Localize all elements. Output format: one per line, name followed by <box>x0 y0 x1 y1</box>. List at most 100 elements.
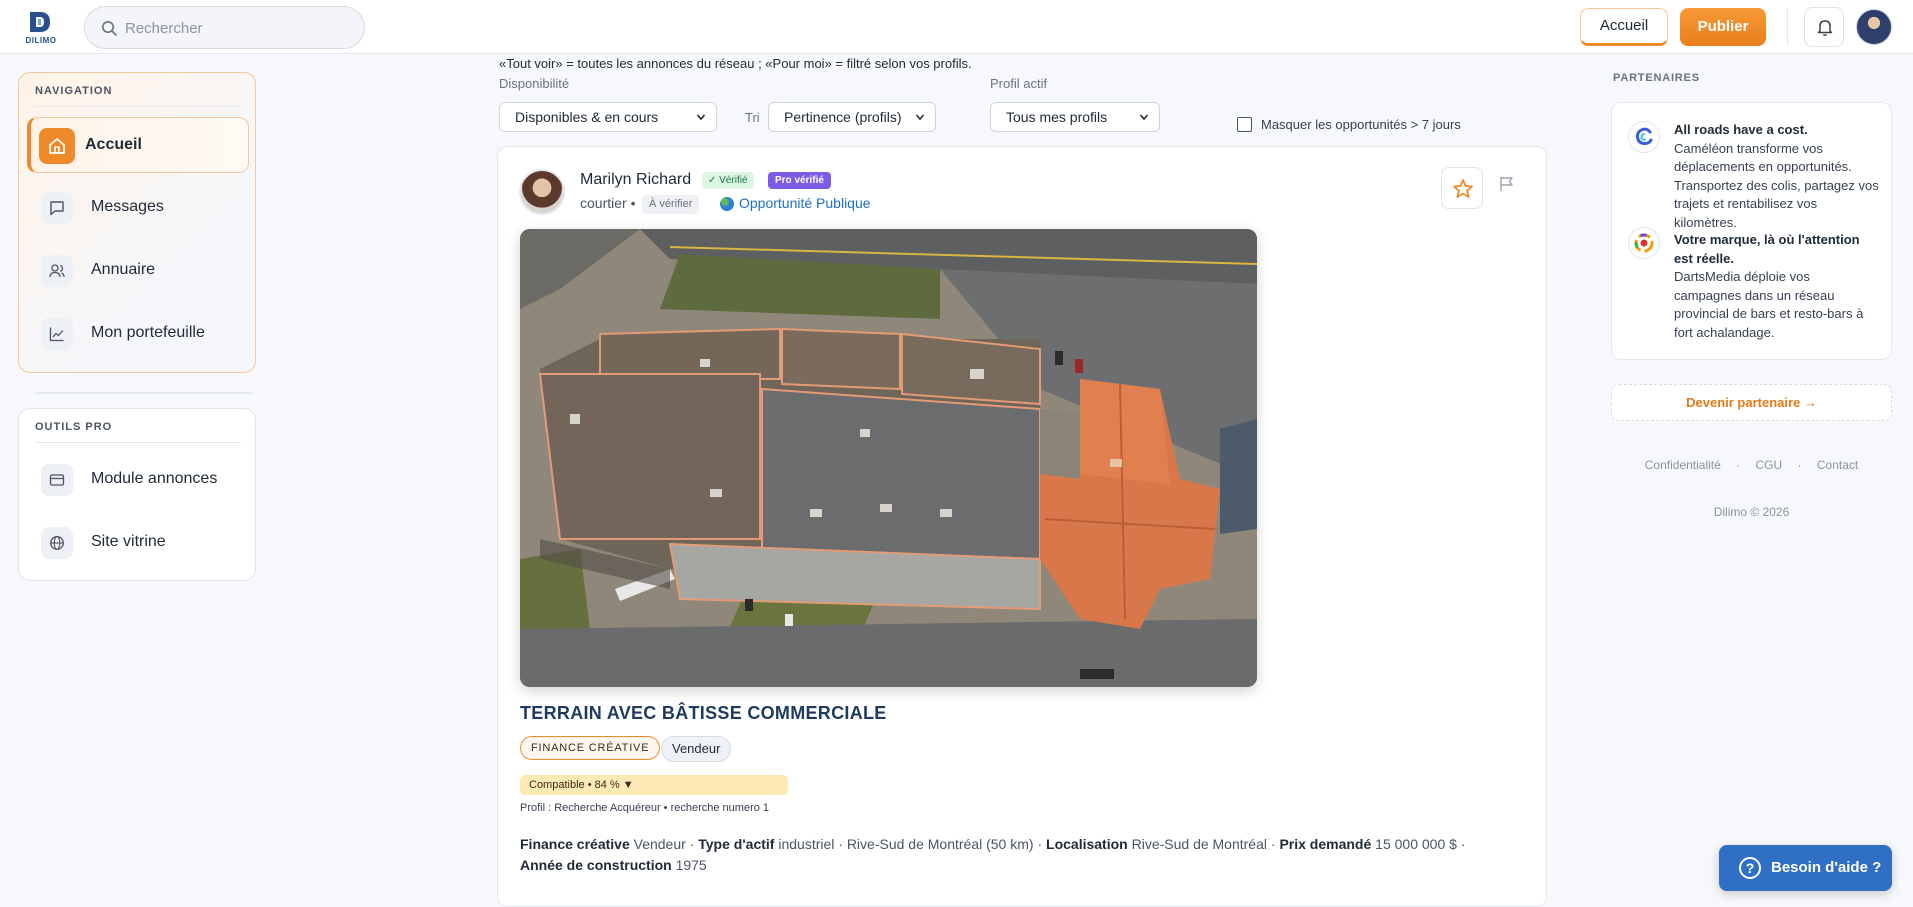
verified-badge: ✓ Vérifié <box>702 172 754 189</box>
navigation-divider <box>35 106 241 107</box>
availability-select[interactable]: Disponibles & en cours <box>499 102 717 132</box>
listing-details: Finance créative Vendeur · Type d'actif … <box>520 834 1530 876</box>
hide-old-label: Masquer les opportunités > 7 jours <box>1261 117 1461 132</box>
sidebar-divider <box>36 392 252 394</box>
flag-icon[interactable] <box>1498 175 1516 193</box>
search-icon <box>102 21 117 36</box>
logo-text: DILIMO <box>25 36 57 45</box>
home-icon <box>49 138 65 154</box>
sidebar-item-site-vitrine[interactable]: Site vitrine <box>27 515 249 571</box>
seller-tag: Vendeur <box>661 736 732 762</box>
home-icon-box <box>39 128 75 164</box>
asset-type-value: industriel · Rive-Sud de Montréal (50 km… <box>778 836 1034 852</box>
separator: · <box>1460 836 1466 852</box>
partner-body: DartsMedia déploie vos campagnes dans un… <box>1674 269 1864 340</box>
author-avatar[interactable] <box>519 169 565 215</box>
active-profile-value: Tous mes profils <box>1006 109 1108 125</box>
location-value: Rive-Sud de Montréal <box>1131 836 1267 852</box>
chevron-down-icon <box>696 114 706 121</box>
author-name[interactable]: Marilyn Richard <box>580 171 691 189</box>
globe-icon-box <box>41 527 73 559</box>
chat-icon-box <box>41 192 73 224</box>
hide-old-checkbox[interactable] <box>1237 117 1252 132</box>
chart-line-icon <box>49 327 64 342</box>
sidebar-item-messages[interactable]: Messages <box>27 180 249 236</box>
sidebar-item-module-annonces[interactable]: Module annonces <box>27 452 249 508</box>
sidebar-item-label: Annuaire <box>91 261 156 278</box>
publish-button[interactable]: Publier <box>1680 8 1766 46</box>
partners-panel: All roads have a cost. Caméléon transfor… <box>1611 102 1892 360</box>
visibility-link[interactable]: Opportunité Publique <box>739 195 871 211</box>
listing-photo[interactable] <box>520 229 1257 687</box>
active-profile-select[interactable]: Tous mes profils <box>990 102 1160 132</box>
partner-dartsmedia[interactable]: Votre marque, là où l'attention est réel… <box>1674 231 1879 342</box>
availability-value: Disponibles & en cours <box>515 109 659 125</box>
aerial-photo-image <box>520 229 1257 687</box>
users-icon-box <box>41 255 73 287</box>
pro-verified-badge: Pro vérifié <box>768 172 831 189</box>
become-partner-button[interactable]: Devenir partenaire → <box>1611 384 1892 421</box>
privacy-link[interactable]: Confidentialité <box>1645 458 1721 472</box>
user-avatar[interactable] <box>1856 9 1892 45</box>
search-input[interactable] <box>125 15 355 41</box>
header-divider <box>1787 8 1788 46</box>
search-box[interactable] <box>84 6 365 49</box>
chat-icon <box>50 201 64 216</box>
compatibility-toggle[interactable]: Compatible • 84 % ▼ <box>520 775 788 795</box>
partners-title: PARTENAIRES <box>1613 72 1700 84</box>
chevron-down-icon <box>1139 114 1149 121</box>
separator: · <box>1270 836 1276 852</box>
contact-link[interactable]: Contact <box>1817 458 1858 472</box>
author-role: courtier • <box>580 195 636 211</box>
sidebar-item-accueil[interactable]: Accueil <box>27 117 249 173</box>
dartsmedia-logo-icon[interactable] <box>1628 227 1660 259</box>
year-value: 1975 <box>675 857 707 873</box>
home-button[interactable]: Accueil <box>1580 8 1668 46</box>
pro-tools-divider <box>35 442 241 443</box>
finance-value: Vendeur <box>633 836 686 852</box>
dilimo-logo[interactable]: DILIMO <box>18 8 64 48</box>
partner-body: Caméléon transforme vos déplacements en … <box>1674 140 1879 230</box>
separator: · <box>1037 836 1043 852</box>
sidebar-item-label: Mon portefeuille <box>91 324 205 341</box>
to-verify-badge: À vérifier <box>642 195 700 214</box>
filter-hint: «Tout voir» = toutes les annonces du rés… <box>499 56 972 71</box>
help-button[interactable]: ? Besoin d'aide ? <box>1719 845 1892 891</box>
notifications-button[interactable] <box>1804 7 1844 47</box>
pro-tools-title: OUTILS PRO <box>35 421 113 433</box>
matching-profile-line: Profil : Recherche Acquéreur • recherche… <box>520 802 770 814</box>
sidebar-item-label: Accueil <box>85 136 142 153</box>
question-icon: ? <box>1739 857 1761 879</box>
location-label: Localisation <box>1046 836 1128 852</box>
partner-cameleon[interactable]: All roads have a cost. Caméléon transfor… <box>1674 121 1879 232</box>
active-profile-label: Profil actif <box>990 76 1048 91</box>
partner-headline: All roads have a cost. <box>1674 122 1808 137</box>
asset-type-label: Type d'actif <box>698 836 775 852</box>
pro-tools-panel: OUTILS PRO Module annonces Site vitrine <box>18 408 256 581</box>
listing-title[interactable]: TERRAIN AVEC BÂTISSE COMMERCIALE <box>520 703 887 724</box>
sidebar-item-label: Site vitrine <box>91 533 166 550</box>
sort-value: Pertinence (profils) <box>784 109 902 125</box>
top-bar: DILIMO Accueil Publier <box>0 0 1913 54</box>
sidebar-item-portefeuille[interactable]: Mon portefeuille <box>27 306 249 362</box>
cameleon-logo-icon[interactable] <box>1628 121 1660 153</box>
star-icon <box>1453 179 1473 198</box>
sort-select[interactable]: Pertinence (profils) <box>768 102 936 132</box>
navigation-title: NAVIGATION <box>35 85 113 97</box>
favorite-button[interactable] <box>1441 167 1483 209</box>
navigation-panel: NAVIGATION Accueil Messages Annuaire Mon… <box>18 72 256 373</box>
price-value: 15 000 000 $ <box>1375 836 1457 852</box>
bell-icon <box>1817 20 1833 36</box>
cameleon-logo-mark <box>1635 127 1653 146</box>
sidebar-item-annuaire[interactable]: Annuaire <box>27 243 249 299</box>
price-label: Prix demandé <box>1279 836 1372 852</box>
chart-line-icon-box <box>41 318 73 350</box>
sort-label: Tri <box>745 110 760 125</box>
footer-separator: · <box>1797 458 1802 472</box>
finance-tag: FINANCE CRÉATIVE <box>520 736 661 760</box>
footer-links: Confidentialité · CGU · Contact <box>1611 458 1892 472</box>
card-icon <box>49 474 65 486</box>
logo-mark-icon <box>30 12 50 32</box>
globe-icon <box>720 197 734 211</box>
terms-link[interactable]: CGU <box>1756 458 1783 472</box>
